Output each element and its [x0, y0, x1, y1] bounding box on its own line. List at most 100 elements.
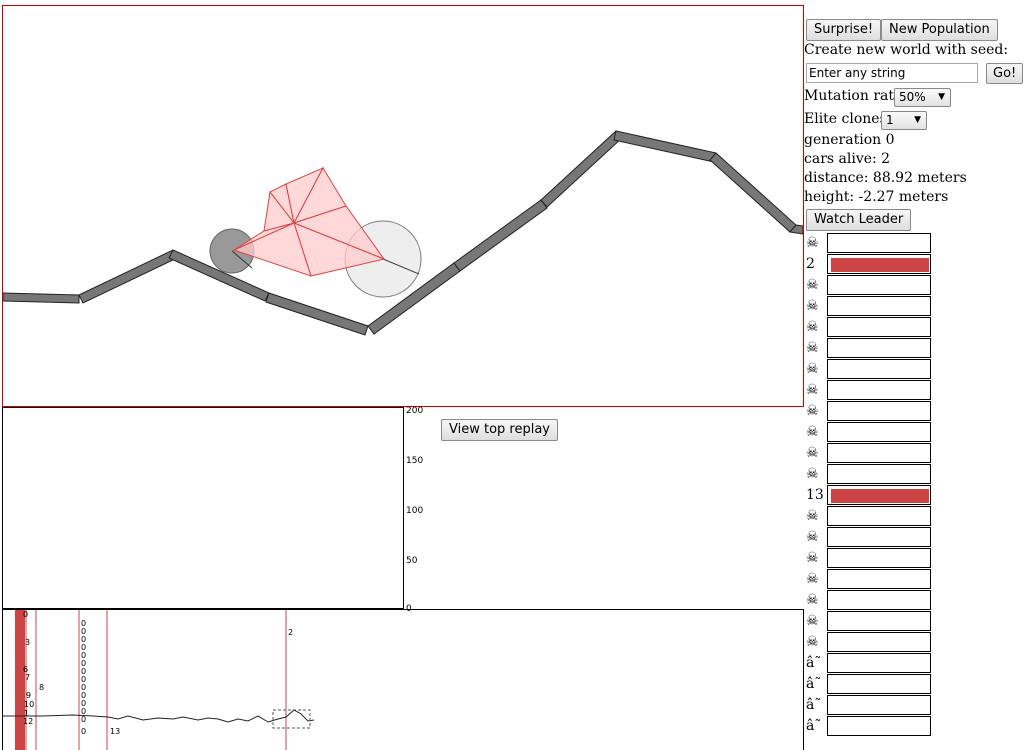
skull-icon: ☠	[806, 550, 819, 566]
height-text: height: -2.27 meters	[804, 189, 949, 205]
health-bar-track	[827, 653, 931, 673]
health-row: ☠	[806, 527, 936, 548]
health-bar-track	[827, 716, 931, 736]
minimap-label: 3	[25, 638, 31, 647]
new-population-button[interactable]: New Population	[881, 19, 998, 41]
health-row: ☠	[806, 611, 936, 632]
mutation-rate-value: 50%	[899, 90, 926, 104]
skull-icon: ☠	[806, 298, 819, 314]
skull-icon: ☠	[806, 235, 819, 251]
health-row: ☠	[806, 590, 936, 611]
mutation-rate-select[interactable]: 50% ▼	[894, 88, 951, 107]
skull-icon: ☠	[806, 445, 819, 461]
skull-icon: ☠	[806, 592, 819, 608]
health-bar-track	[827, 401, 931, 421]
generation-text: generation 0	[804, 132, 895, 148]
chevron-down-icon: ▼	[914, 115, 921, 125]
skull-icon: ☠	[806, 529, 819, 545]
health-bar-track	[827, 233, 931, 253]
chevron-down-icon: ▼	[938, 92, 945, 102]
score-graph	[2, 407, 404, 609]
car-index-label: â˜	[806, 718, 822, 734]
health-row: ☠	[806, 275, 936, 296]
health-row: ☠	[806, 506, 936, 527]
minimap-label: 9	[26, 691, 32, 700]
car-index-label: 2	[806, 256, 815, 272]
minimap-label: 2	[288, 628, 294, 637]
health-bar-track	[827, 506, 931, 526]
health-row: â˜	[806, 716, 936, 737]
health-bar-track	[827, 422, 931, 442]
skull-icon: ☠	[806, 382, 819, 398]
health-row: ☠	[806, 296, 936, 317]
minimap-car-markers	[15, 610, 287, 750]
watch-leader-button[interactable]: Watch Leader	[806, 209, 912, 231]
health-row: ☠	[806, 422, 936, 443]
skull-icon: ☠	[806, 340, 819, 356]
world-scene	[3, 130, 803, 336]
minimap-label: 12	[23, 717, 34, 726]
health-row: ☠	[806, 380, 936, 401]
car-index-label: â˜	[806, 697, 822, 713]
minimap-label: 0	[23, 610, 29, 619]
seed-prompt: Create new world with seed:	[804, 42, 1009, 58]
graph-tick: 100	[406, 506, 424, 516]
health-bar-track	[827, 632, 931, 652]
health-bar-track	[827, 569, 931, 589]
seed-input[interactable]: Enter any string	[806, 63, 978, 83]
view-top-replay-button[interactable]: View top replay	[441, 419, 558, 441]
health-bar-track	[827, 275, 931, 295]
health-bar-track	[827, 338, 931, 358]
health-bar-fill	[831, 258, 929, 272]
health-row: 13	[806, 485, 936, 506]
health-row: ☠	[806, 443, 936, 464]
health-bar-track	[827, 548, 931, 568]
health-bar-track	[827, 485, 931, 505]
skull-icon: ☠	[806, 466, 819, 482]
car-index-label: â˜	[806, 676, 822, 692]
health-row: ☠	[806, 338, 936, 359]
health-row: ☠	[806, 632, 936, 653]
elite-clones-value: 1	[886, 113, 894, 127]
elite-clones-select[interactable]: 1 ▼	[881, 111, 927, 130]
skull-icon: ☠	[806, 403, 819, 419]
health-bar-track	[827, 296, 931, 316]
health-bar-track	[827, 464, 931, 484]
health-bar-track	[827, 317, 931, 337]
health-row: ☠	[806, 401, 936, 422]
health-bar-track	[827, 590, 931, 610]
go-button[interactable]: Go!	[986, 63, 1024, 84]
health-row: â˜	[806, 653, 936, 674]
minimap-label: 0	[81, 727, 87, 736]
health-bar-track	[827, 527, 931, 547]
health-bar-track	[827, 380, 931, 400]
minimap-label: 7	[25, 673, 31, 682]
health-bar-track	[827, 695, 931, 715]
minimap-label: 13	[110, 727, 121, 736]
graph-tick: 150	[406, 456, 424, 466]
skull-icon: ☠	[806, 424, 819, 440]
health-row: ☠	[806, 569, 936, 590]
health-row: ☠	[806, 233, 936, 254]
health-bar-track	[827, 443, 931, 463]
minimap-label: 10	[24, 700, 35, 709]
graph-tick: 200	[406, 406, 424, 416]
health-bar-track	[827, 674, 931, 694]
health-row: ☠	[806, 317, 936, 338]
graph-tick: 50	[406, 556, 418, 566]
health-row: ☠	[806, 359, 936, 380]
health-bar-track	[827, 611, 931, 631]
health-row: â˜	[806, 695, 936, 716]
minimap-terrain	[3, 709, 315, 723]
skull-icon: ☠	[806, 361, 819, 377]
skull-icon: ☠	[806, 613, 819, 629]
health-bar-fill	[831, 489, 929, 503]
surprise-button[interactable]: Surprise!	[806, 19, 882, 41]
mutation-rate-label: Mutation rate:	[804, 88, 907, 104]
health-bar-track	[827, 254, 931, 274]
car-index-label: 13	[806, 487, 824, 503]
health-row: 2	[806, 254, 936, 275]
car	[209, 166, 422, 298]
cars-alive-text: cars alive: 2	[804, 151, 891, 167]
distance-text: distance: 88.92 meters	[804, 170, 967, 186]
